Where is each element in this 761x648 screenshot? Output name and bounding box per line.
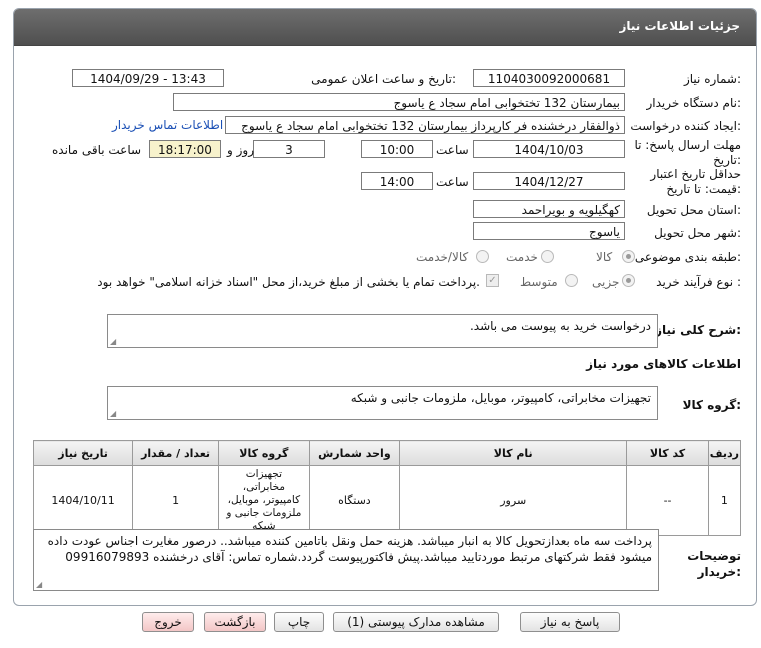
reply-days-field[interactable]: 3 [253,140,325,158]
items-section-title: اطلاعات کالاهای مورد نیاز [586,357,741,371]
category-option-service: خدمت [506,250,538,264]
reply-deadline-date[interactable]: 1404/10/03 [473,140,625,158]
cell-name: سرور [399,465,628,536]
price-validity-label: حداقل تاریخ اعتبار قیمت: تا تاریخ: [650,167,741,196]
price-validity-date[interactable]: 1404/12/27 [473,172,625,190]
need-number-label: شماره نیاز: [683,72,741,86]
province-field[interactable]: کهگیلویه و بویراحمد [473,200,625,218]
cell-qty: 1 [132,465,220,536]
category-radio-goods-service[interactable] [476,250,489,263]
description-text: درخواست خرید به پیوست می باشد. [469,319,651,333]
print-button[interactable]: چاپ [274,612,324,632]
treasury-checkbox[interactable]: ✓ [486,274,499,287]
col-name: نام کالا [399,440,628,466]
reply-days-label: روز و [227,143,254,157]
cell-row: 1 [707,465,742,536]
buyer-org-field[interactable]: بیمارستان 132 تختخوابی امام سجاد ع یاسوج [173,93,625,111]
panel-header: جزئیات اطلاعات نیاز [14,9,756,46]
items-table-header: ردیف کد کالا نام کالا واحد شمارش گروه کا… [32,440,742,466]
treasury-payment-note: پرداخت تمام یا بخشی از مبلغ خرید،از محل … [97,275,480,289]
buyer-notes-textarea[interactable]: پرداخت سه ماه بعدازتحویل کالا به انبار م… [33,529,659,591]
category-option-goods-service: کالا/خدمت [416,250,469,264]
col-date: تاریخ نیاز [32,440,134,466]
buyer-notes-text: پرداخت سه ماه بعدازتحویل کالا به انبار م… [47,534,652,564]
col-unit: واحد شمارش [308,440,401,466]
col-qty: تعداد / مقدار [132,440,220,466]
need-number-field[interactable]: 1104030092000681 [473,69,625,87]
cell-unit: دستگاه [308,465,401,536]
reply-deadline-time[interactable]: 10:00 [361,140,433,158]
col-code: کد کالا [626,440,709,466]
buyer-contact-link[interactable]: اطلاعات تماس خریدار [112,118,223,132]
reply-button[interactable]: پاسخ به نیاز [520,612,620,632]
process-option-medium: متوسط [520,275,558,289]
cell-group: تجهیزات مخابراتی، کامپیوتر، موبایل، ملزو… [218,465,310,536]
buyer-notes-label: توضیحات خریدار: [687,549,741,579]
table-row[interactable]: 1 -- سرور دستگاه تجهیزات مخابراتی، کامپی… [32,465,742,536]
attachments-button[interactable]: مشاهده مدارک پیوستی (1) [333,612,499,632]
resize-grip-icon[interactable]: ◢ [110,410,116,418]
description-textarea[interactable]: درخواست خرید به پیوست می باشد. ◢ [107,314,658,348]
category-label: طبقه بندی موضوعی: [634,250,741,264]
creator-field[interactable]: ذوالفقار درخشنده فر کارپرداز بیمارستان 1… [225,116,625,134]
description-label: شرح کلی نیاز: [655,323,741,337]
goods-group-textarea[interactable]: تجهیزات مخابراتی، کامپیوتر، موبایل، ملزو… [107,386,658,420]
items-table: ردیف کد کالا نام کالا واحد شمارش گروه کا… [32,440,742,536]
remaining-time-label: ساعت باقی مانده [52,143,142,157]
category-radio-service[interactable] [541,250,554,263]
panel-title: جزئیات اطلاعات نیاز [619,19,740,33]
creator-label: ایجاد کننده درخواست: [630,119,741,133]
city-label: شهر محل تحویل: [654,226,741,240]
category-option-goods: کالا [596,250,613,264]
goods-group-text: تجهیزات مخابراتی، کامپیوتر، موبایل، ملزو… [350,391,651,405]
category-radio-goods[interactable] [622,250,635,263]
announce-datetime-label: تاریخ و ساعت اعلان عمومی: [311,72,456,86]
col-group: گروه کالا [218,440,310,466]
reply-deadline-label: مهلت ارسال پاسخ: تا تاریخ: [634,138,741,167]
goods-group-label: گروه کالا: [682,398,741,412]
price-validity-time[interactable]: 14:00 [361,172,433,190]
cell-code: -- [626,465,709,536]
buyer-org-label: نام دستگاه خریدار: [646,96,742,110]
remaining-time-field: 18:17:00 [149,140,221,158]
reply-time-label: ساعت [436,143,469,157]
announce-datetime-field[interactable]: 1404/09/29 - 13:43 [72,69,224,87]
col-row: ردیف [707,440,742,466]
city-field[interactable]: یاسوج [473,222,625,240]
exit-button[interactable]: خروج [142,612,194,632]
cell-date: 1404/10/11 [32,465,134,536]
price-validity-time-label: ساعت [436,175,469,189]
resize-grip-icon[interactable]: ◢ [36,581,42,589]
back-button[interactable]: بازگشت [204,612,266,632]
process-radio-medium[interactable] [565,274,578,287]
process-type-label: نوع فرآیند خرید : [656,275,741,289]
process-option-minor: جزیی [592,275,620,289]
resize-grip-icon[interactable]: ◢ [110,338,116,346]
process-radio-minor[interactable] [622,274,635,287]
province-label: استان محل تحویل: [646,203,741,217]
